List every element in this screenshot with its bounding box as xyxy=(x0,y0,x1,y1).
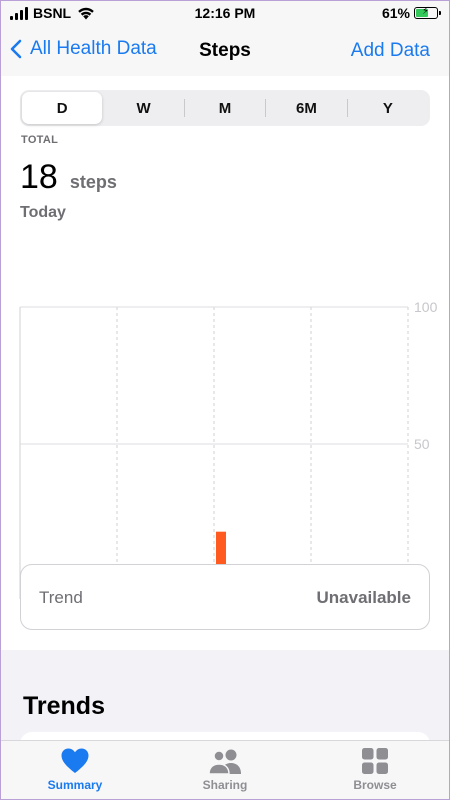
tab-browse[interactable]: Browse xyxy=(300,741,450,800)
people-icon xyxy=(208,749,241,775)
heart-icon xyxy=(61,748,89,773)
steps-content: D W M 6M Y TOTAL 18 steps Today 12 AM612… xyxy=(0,76,450,650)
tab-sharing[interactable]: Sharing xyxy=(150,741,300,800)
tab-sharing-label: Sharing xyxy=(202,778,248,792)
page-title: Steps xyxy=(199,40,251,61)
status-right: 61% ⚡ xyxy=(381,5,441,21)
y-tick-label: 50 xyxy=(414,436,430,452)
chevron-left-icon xyxy=(10,39,22,59)
chart-y-labels: 100500 xyxy=(414,299,438,589)
segment-month[interactable]: M xyxy=(185,92,265,124)
segment-6-months[interactable]: 6M xyxy=(266,92,346,124)
segment-day[interactable]: D xyxy=(22,92,103,124)
trend-label: Trend xyxy=(39,588,83,607)
tab-bar: Summary Sharing Browse xyxy=(0,740,450,800)
tab-browse-label: Browse xyxy=(353,778,397,792)
status-bar: BSNL 12:16 PM 61% ⚡ xyxy=(0,0,450,28)
trend-value: Unavailable xyxy=(316,588,412,607)
steps-chart[interactable]: 12 AM612 PM6 100500 xyxy=(0,152,450,622)
time-range-segmented-control: D W M 6M Y xyxy=(20,90,430,126)
total-label: TOTAL xyxy=(21,134,59,146)
grid-icon xyxy=(362,748,388,774)
charging-bolt-icon: ⚡ xyxy=(422,6,430,17)
chart-grid xyxy=(19,306,409,599)
trend-card[interactable]: Trend Unavailable xyxy=(20,564,430,630)
battery-icon: ⚡ xyxy=(414,6,441,19)
segment-week[interactable]: W xyxy=(103,92,183,124)
add-data-button[interactable]: Add Data xyxy=(351,40,430,62)
back-label: All Health Data xyxy=(30,38,157,59)
tab-summary[interactable]: Summary xyxy=(0,741,150,800)
trends-section-title: Trends xyxy=(23,692,105,720)
navigation-bar: All Health Data Steps Add Data xyxy=(0,28,450,76)
tab-summary-label: Summary xyxy=(47,778,103,792)
battery-percent: 61% xyxy=(381,5,410,21)
y-tick-label: 100 xyxy=(414,299,438,315)
segment-year[interactable]: Y xyxy=(348,92,428,124)
back-button[interactable]: All Health Data xyxy=(10,38,157,60)
